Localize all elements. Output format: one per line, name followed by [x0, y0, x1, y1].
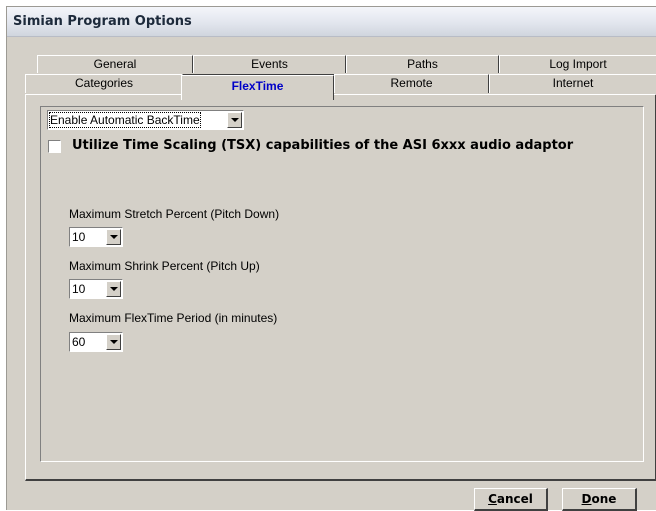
- tab-flextime[interactable]: FlexTime: [181, 75, 334, 100]
- backtime-mode-select[interactable]: Enable Automatic BackTime: [47, 110, 244, 130]
- shrink-percent-select[interactable]: 10: [69, 279, 123, 299]
- flextime-panel: Enable Automatic BackTime Utilize Time S…: [25, 94, 656, 481]
- stretch-percent-select[interactable]: 10: [69, 227, 123, 247]
- flextime-period-value: 60: [72, 335, 86, 349]
- tab-general[interactable]: General: [37, 55, 193, 73]
- tab-events[interactable]: Events: [193, 55, 346, 73]
- done-button[interactable]: Done: [562, 488, 637, 511]
- flextime-group: [40, 106, 644, 462]
- flextime-period-select[interactable]: 60: [69, 332, 123, 352]
- backtime-mode-dropdown-button[interactable]: [227, 112, 242, 128]
- stretch-label: Maximum Stretch Percent (Pitch Down): [69, 207, 280, 221]
- title-bar: Simian Program Options: [7, 7, 656, 37]
- tsx-checkbox-label: Utilize Time Scaling (TSX) capabilities …: [72, 138, 574, 153]
- tab-categories[interactable]: Categories: [25, 74, 183, 93]
- shrink-label: Maximum Shrink Percent (Pitch Up): [69, 259, 260, 273]
- stretch-dropdown-button[interactable]: [106, 229, 121, 245]
- tab-remote[interactable]: Remote: [334, 74, 489, 93]
- tab-log-import[interactable]: Log Import: [499, 55, 656, 73]
- shrink-dropdown-button[interactable]: [106, 281, 121, 297]
- tab-paths[interactable]: Paths: [346, 55, 499, 73]
- backtime-mode-value: Enable Automatic BackTime: [49, 112, 201, 128]
- cancel-button[interactable]: Cancel: [474, 488, 548, 511]
- tab-internet[interactable]: Internet: [489, 74, 656, 93]
- stretch-percent-value: 10: [72, 230, 86, 244]
- period-label: Maximum FlexTime Period (in minutes): [69, 311, 278, 325]
- period-dropdown-button[interactable]: [106, 334, 121, 350]
- tsx-checkbox[interactable]: [48, 140, 61, 153]
- shrink-percent-value: 10: [72, 282, 86, 296]
- options-window: Simian Program Options General Events Pa…: [6, 6, 656, 511]
- window-title: Simian Program Options: [13, 14, 192, 29]
